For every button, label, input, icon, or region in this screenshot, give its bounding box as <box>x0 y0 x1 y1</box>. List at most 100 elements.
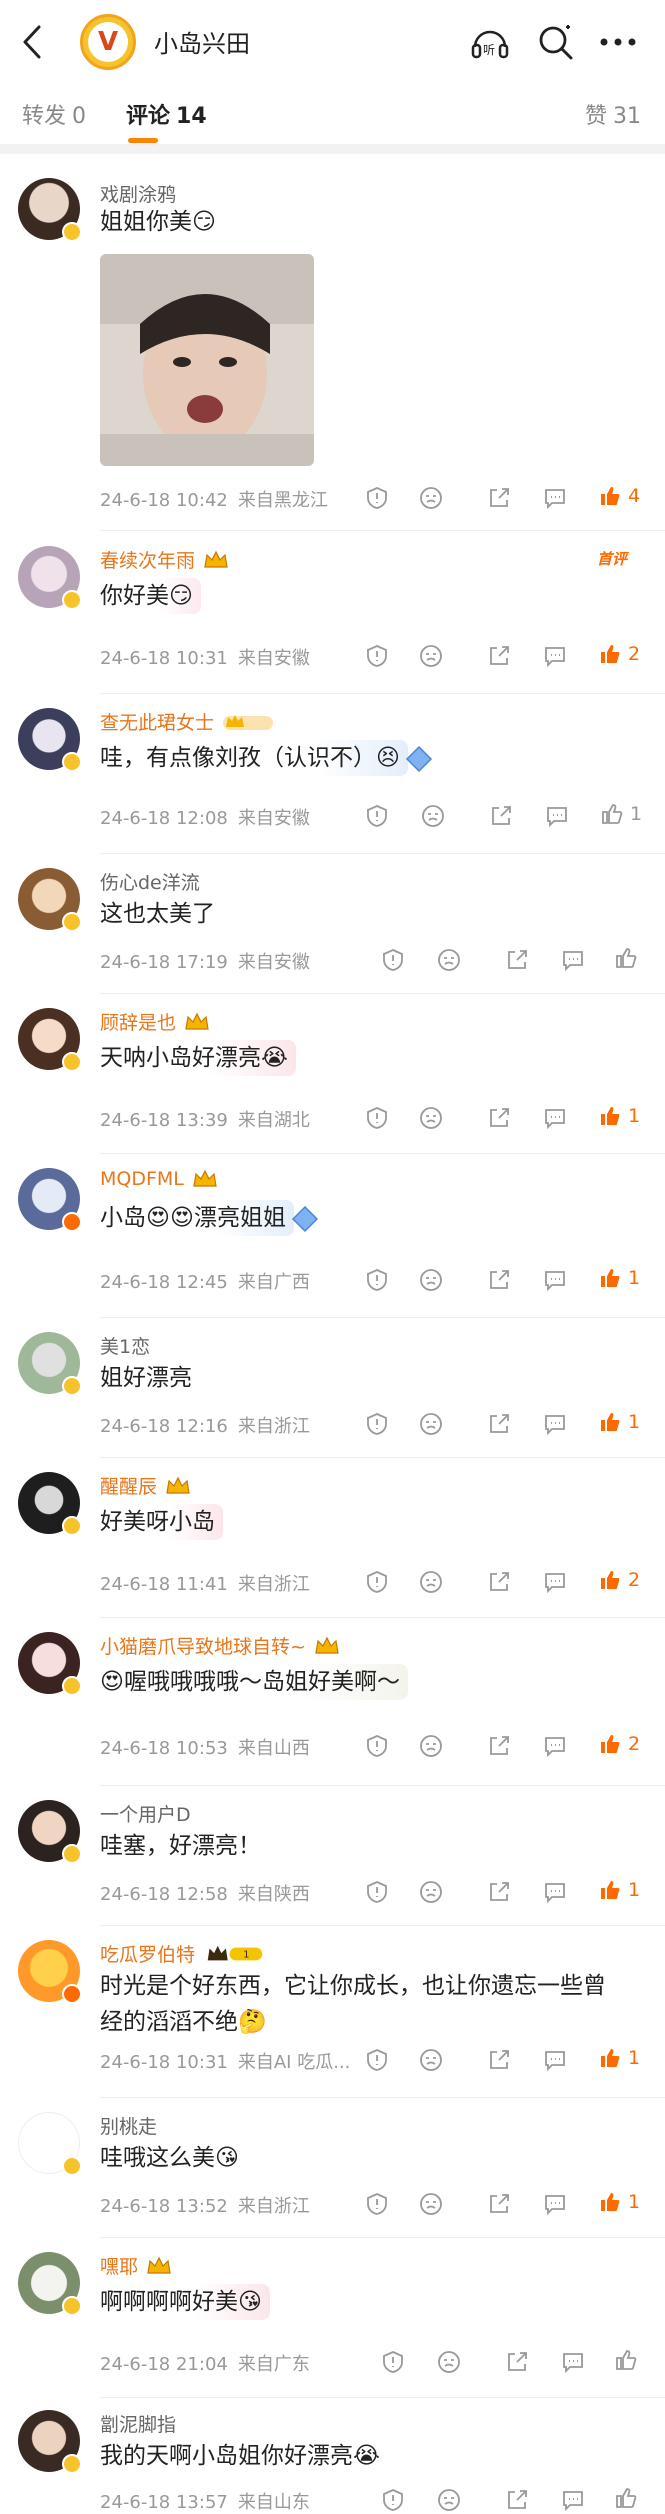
comment-author[interactable]: 一个用户D <box>100 1800 191 1827</box>
comment-image[interactable] <box>100 254 314 466</box>
like-button[interactable]: 1 <box>598 2046 640 2070</box>
emoji-icon[interactable] <box>418 1733 444 1759</box>
avatar[interactable] <box>18 1472 82 1536</box>
shield-icon[interactable] <box>380 947 406 973</box>
share-icon[interactable] <box>486 485 512 511</box>
comment-icon[interactable] <box>542 643 568 669</box>
emoji-icon[interactable] <box>418 1267 444 1293</box>
avatar[interactable] <box>18 708 82 772</box>
like-button[interactable]: 4 <box>598 484 640 508</box>
shield-icon[interactable] <box>364 1879 390 1905</box>
emoji-icon[interactable] <box>418 1879 444 1905</box>
shield-icon[interactable] <box>364 643 390 669</box>
like-button[interactable]: 1 <box>598 1878 640 1902</box>
comment-icon[interactable] <box>542 1733 568 1759</box>
avatar[interactable] <box>18 546 82 610</box>
share-icon[interactable] <box>486 2047 512 2073</box>
avatar[interactable] <box>18 2410 82 2474</box>
avatar[interactable] <box>18 868 82 932</box>
comment-author[interactable]: 小猫磨爪导致地球自转~ <box>100 1632 340 1659</box>
share-icon[interactable] <box>504 947 530 973</box>
share-icon[interactable] <box>486 1569 512 1595</box>
tab-comments[interactable]: 评论 14 <box>126 98 207 130</box>
like-button[interactable] <box>614 2486 644 2510</box>
comment-icon[interactable] <box>542 1411 568 1437</box>
account-avatar[interactable]: V <box>80 14 136 70</box>
comment-author[interactable]: 别桃走 <box>100 2112 157 2139</box>
like-button[interactable]: 1 <box>598 1410 640 1434</box>
tab-reposts[interactable]: 转发 0 <box>22 98 86 130</box>
comment-icon[interactable] <box>544 803 570 829</box>
comment-icon[interactable] <box>542 2047 568 2073</box>
back-arrow-icon[interactable] <box>14 18 50 66</box>
emoji-icon[interactable] <box>418 485 444 511</box>
shield-icon[interactable] <box>364 1569 390 1595</box>
comment-author[interactable]: 嘿耶 <box>100 2252 172 2279</box>
like-button[interactable]: 1 <box>598 2190 640 2214</box>
avatar[interactable] <box>18 2112 82 2176</box>
more-icon[interactable] <box>596 20 640 64</box>
shield-icon[interactable] <box>364 803 390 829</box>
shield-icon[interactable] <box>364 1105 390 1131</box>
comment-icon[interactable] <box>560 947 586 973</box>
share-icon[interactable] <box>486 2191 512 2217</box>
emoji-icon[interactable] <box>436 2487 462 2513</box>
emoji-icon[interactable] <box>420 803 446 829</box>
comment-author[interactable]: 醒醒辰 <box>100 1472 191 1499</box>
comment-icon[interactable] <box>542 1569 568 1595</box>
comment-icon[interactable] <box>542 1879 568 1905</box>
emoji-icon[interactable] <box>418 2047 444 2073</box>
comment-icon[interactable] <box>542 485 568 511</box>
comment-author[interactable]: 春续次年雨 <box>100 546 229 573</box>
comment-icon[interactable] <box>542 1105 568 1131</box>
share-icon[interactable] <box>486 1733 512 1759</box>
like-button[interactable]: 1 <box>600 802 642 826</box>
like-button[interactable]: 1 <box>598 1266 640 1290</box>
share-icon[interactable] <box>486 1411 512 1437</box>
avatar[interactable] <box>18 1168 82 1232</box>
avatar[interactable] <box>18 1632 82 1696</box>
emoji-icon[interactable] <box>418 1569 444 1595</box>
emoji-icon[interactable] <box>418 643 444 669</box>
emoji-icon[interactable] <box>418 2191 444 2217</box>
comment-author[interactable]: 美1恋 <box>100 1332 150 1359</box>
comment-icon[interactable] <box>542 2191 568 2217</box>
comment-icon[interactable] <box>542 1267 568 1293</box>
avatar[interactable] <box>18 1332 82 1396</box>
share-icon[interactable] <box>486 643 512 669</box>
comment-author[interactable]: MQDFML <box>100 1168 218 1190</box>
shield-icon[interactable] <box>364 1411 390 1437</box>
avatar[interactable] <box>18 1940 82 2004</box>
emoji-icon[interactable] <box>436 2349 462 2375</box>
share-icon[interactable] <box>504 2487 530 2513</box>
search-icon[interactable] <box>534 20 578 64</box>
shield-icon[interactable] <box>364 485 390 511</box>
comment-author[interactable]: 伤心de洋流 <box>100 868 200 895</box>
listen-icon[interactable]: 听 <box>468 20 512 64</box>
avatar[interactable] <box>18 2252 82 2316</box>
comment-author[interactable]: 戏剧涂鸦 <box>100 180 176 207</box>
emoji-icon[interactable] <box>418 1105 444 1131</box>
shield-icon[interactable] <box>364 1267 390 1293</box>
comment-author[interactable]: 顾辞是也 <box>100 1008 210 1035</box>
tab-likes[interactable]: 赞 31 <box>585 98 641 130</box>
comment-author[interactable]: 吃瓜罗伯特 1 <box>100 1940 267 1967</box>
share-icon[interactable] <box>486 1267 512 1293</box>
avatar[interactable] <box>18 1800 82 1864</box>
share-icon[interactable] <box>488 803 514 829</box>
comment-icon[interactable] <box>560 2349 586 2375</box>
shield-icon[interactable] <box>364 2047 390 2073</box>
avatar[interactable] <box>18 178 82 242</box>
share-icon[interactable] <box>486 1105 512 1131</box>
shield-icon[interactable] <box>380 2487 406 2513</box>
emoji-icon[interactable] <box>418 1411 444 1437</box>
shield-icon[interactable] <box>364 1733 390 1759</box>
shield-icon[interactable] <box>380 2349 406 2375</box>
like-button[interactable] <box>614 2348 644 2372</box>
comment-author[interactable]: 查无此珺女士 <box>100 708 274 735</box>
like-button[interactable]: 2 <box>598 642 640 666</box>
avatar[interactable] <box>18 1008 82 1072</box>
shield-icon[interactable] <box>364 2191 390 2217</box>
comment-icon[interactable] <box>560 2487 586 2513</box>
like-button[interactable]: 2 <box>598 1732 640 1756</box>
